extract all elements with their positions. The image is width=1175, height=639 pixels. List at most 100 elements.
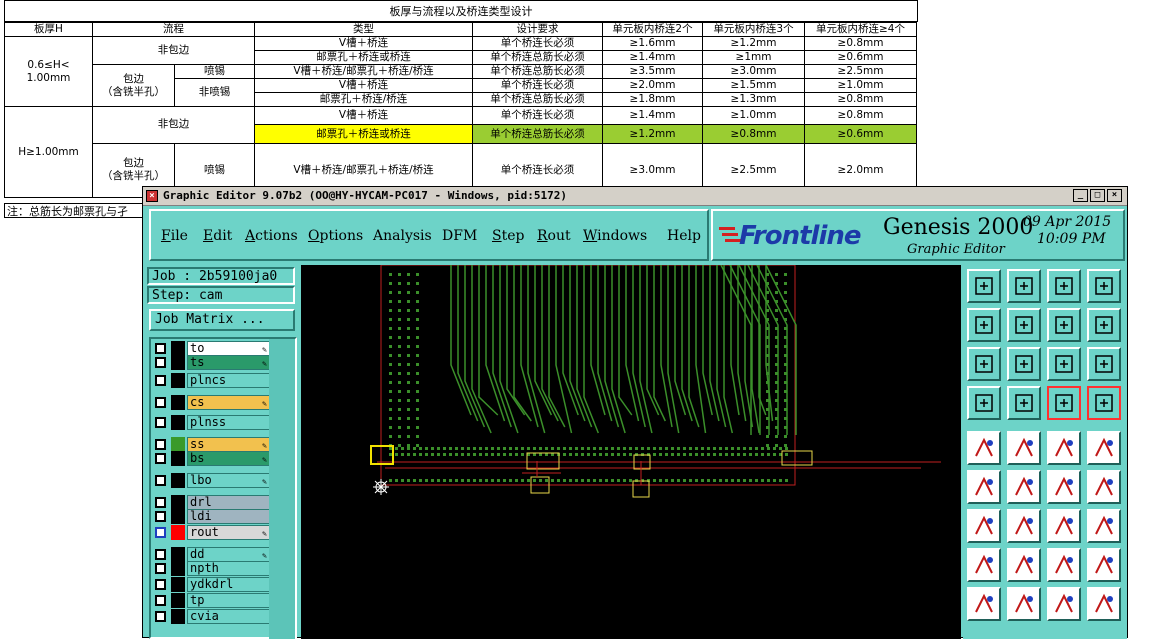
zoom-home-tool-button[interactable]: [967, 269, 1001, 303]
line-tool-button[interactable]: [967, 509, 1001, 543]
layer-checkbox[interactable]: [155, 343, 166, 354]
menu-file[interactable]: File: [161, 228, 188, 244]
home-tool-button[interactable]: [1047, 269, 1081, 303]
move-tool-button[interactable]: [1047, 470, 1081, 504]
layer-name[interactable]: to ✎: [187, 341, 271, 356]
zoom-in-tool-button[interactable]: [1007, 269, 1041, 303]
layer-name[interactable]: plnss: [187, 415, 271, 430]
connect-tool-button[interactable]: [967, 470, 1001, 504]
pad-add-tool-button[interactable]: [967, 548, 1001, 582]
zoom-center-tool-button[interactable]: [1007, 347, 1041, 381]
layer-color-swatch[interactable]: [171, 415, 185, 430]
arc-step-tool-button[interactable]: [1047, 587, 1081, 621]
layer-color-swatch[interactable]: [171, 451, 185, 466]
layer-checkbox[interactable]: [155, 549, 166, 560]
menu-step[interactable]: Step: [492, 228, 524, 244]
menu-dfm[interactable]: DFM: [442, 228, 477, 244]
ratio-tool-button[interactable]: [1047, 347, 1081, 381]
undo-zoom-tool-button[interactable]: [1047, 308, 1081, 342]
layer-checkbox[interactable]: [155, 417, 166, 428]
app-icon[interactable]: ×: [146, 190, 158, 202]
layer-color-swatch[interactable]: [171, 593, 185, 608]
arc-tool-button[interactable]: [967, 587, 1001, 621]
layer-checkbox[interactable]: [155, 397, 166, 408]
ruler-tool-button[interactable]: [1047, 431, 1081, 465]
minimize-button[interactable]: _: [1073, 189, 1088, 202]
traffic-light-active-tool-button[interactable]: [1087, 386, 1121, 420]
layer-name[interactable]: ydkdrl: [187, 577, 271, 592]
layer-name[interactable]: tp: [187, 593, 271, 608]
layer-checkbox[interactable]: [155, 439, 166, 450]
layer-checkbox[interactable]: [155, 357, 166, 368]
pan-right-tool-button[interactable]: [1007, 308, 1041, 342]
menu-actions[interactable]: Actions: [245, 228, 298, 244]
group-tool-button[interactable]: [1087, 548, 1121, 582]
layer-name[interactable]: dd ✎: [187, 547, 271, 562]
layer-checkbox[interactable]: [155, 579, 166, 590]
rotate-tool-button[interactable]: [1047, 509, 1081, 543]
layer-checkbox[interactable]: [155, 595, 166, 606]
snap-tool-button[interactable]: [1007, 386, 1041, 420]
layer-color-swatch[interactable]: [171, 395, 185, 410]
layer-name[interactable]: lbo ✎: [187, 473, 271, 488]
pad-tool-button[interactable]: [1087, 431, 1121, 465]
graphics-canvas[interactable]: [301, 265, 961, 639]
break-tool-button[interactable]: [1007, 548, 1041, 582]
arc-pair-tool-button[interactable]: [1007, 587, 1041, 621]
pan-left-tool-button[interactable]: [967, 308, 1001, 342]
layer-color-swatch[interactable]: [171, 561, 185, 576]
layer-color-swatch[interactable]: [171, 577, 185, 592]
layer-checkbox[interactable]: [155, 497, 166, 508]
layer-color-swatch[interactable]: [171, 341, 185, 356]
layer-color-swatch[interactable]: [171, 609, 185, 624]
layer-name[interactable]: bs ✎: [187, 451, 271, 466]
mirror-tool-button[interactable]: [1087, 509, 1121, 543]
arc-rule-tool-button[interactable]: [1087, 587, 1121, 621]
delete-tool-button[interactable]: [1007, 470, 1041, 504]
menu-options[interactable]: Options: [308, 228, 363, 244]
layer-name[interactable]: plncs: [187, 373, 271, 388]
layer-color-swatch[interactable]: [171, 473, 185, 488]
layer-checkbox[interactable]: [155, 453, 166, 464]
menu-windows[interactable]: Windows: [583, 228, 647, 244]
layer-name[interactable]: ts ✎: [187, 355, 271, 370]
close-button[interactable]: ×: [1107, 189, 1122, 202]
traffic-light-tool-button[interactable]: [1047, 386, 1081, 420]
layer-color-swatch[interactable]: [171, 525, 185, 540]
layer-color-swatch[interactable]: [171, 355, 185, 370]
zoom-fit-tool-button[interactable]: [967, 347, 1001, 381]
layer-checkbox[interactable]: [155, 475, 166, 486]
layer-name[interactable]: cvia: [187, 609, 271, 624]
layer-checkbox[interactable]: [155, 527, 166, 538]
layer-scrollbar[interactable]: [269, 339, 295, 639]
window-titlebar[interactable]: × Graphic Editor 9.07b2 (OO@HY-HYCAM-PC0…: [143, 187, 1127, 206]
redraw-tool-button[interactable]: [1087, 308, 1121, 342]
menu-analysis[interactable]: Analysis: [373, 228, 432, 244]
layer-checkbox[interactable]: [155, 611, 166, 622]
layer-checkbox[interactable]: [155, 563, 166, 574]
layer-checkbox[interactable]: [155, 375, 166, 386]
distance-tool-button[interactable]: [1047, 548, 1081, 582]
layer-color-swatch[interactable]: [171, 437, 185, 452]
maximize-button[interactable]: □: [1090, 189, 1105, 202]
menu-help[interactable]: Help: [667, 228, 701, 244]
copy-tool-button[interactable]: [1087, 470, 1121, 504]
slant-tool-button[interactable]: [1007, 509, 1041, 543]
menu-rout[interactable]: Rout: [537, 228, 571, 244]
job-matrix-button[interactable]: Job Matrix ...: [149, 309, 295, 331]
layer-name[interactable]: cs ✎: [187, 395, 271, 410]
layer-color-swatch[interactable]: [171, 495, 185, 510]
menu-edit[interactable]: Edit: [203, 228, 232, 244]
layer-name[interactable]: npth: [187, 561, 271, 576]
layer-checkbox[interactable]: [155, 511, 166, 522]
measure-tool-button[interactable]: [967, 386, 1001, 420]
select-tool-button[interactable]: [967, 431, 1001, 465]
layer-name[interactable]: ldi: [187, 509, 271, 524]
window-fit-tool-button[interactable]: [1087, 269, 1121, 303]
help-tool-button[interactable]: [1087, 347, 1121, 381]
layer-color-swatch[interactable]: [171, 547, 185, 562]
cut-tool-button[interactable]: [1007, 431, 1041, 465]
layer-color-swatch[interactable]: [171, 373, 185, 388]
layer-name[interactable]: ss ✎: [187, 437, 271, 452]
layer-name[interactable]: drl: [187, 495, 271, 510]
